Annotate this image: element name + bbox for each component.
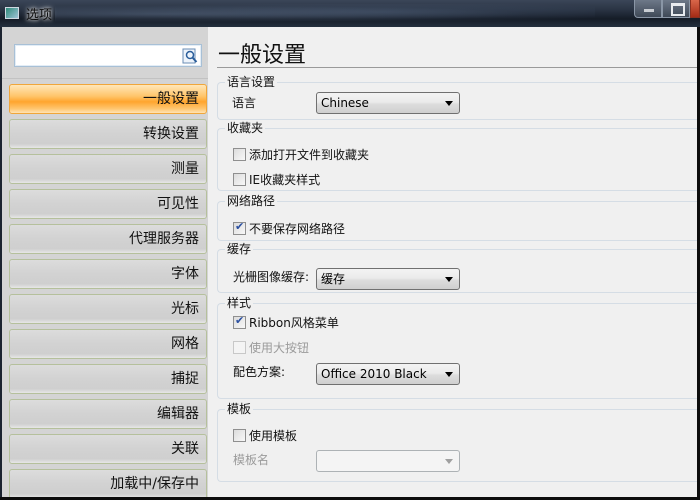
large-buttons-checkbox[interactable]: 使用大按钮 [233,339,309,356]
language-label: 语言 [232,96,257,110]
add-to-favorites-label: 添加打开文件到收藏夹 [249,148,370,162]
chevron-down-icon [445,101,453,106]
sidebar-item-visibility[interactable]: 可见性 [9,189,207,219]
window-title: 选项 [26,8,53,23]
checkbox-checked-icon [233,220,246,235]
search-input[interactable] [14,44,202,67]
minimize-button[interactable] [634,0,662,18]
ribbon-menu-checkbox[interactable]: Ribbon风格菜单 [233,314,339,331]
sidebar-item-load-save[interactable]: 加载中/保存中 [9,469,207,499]
sidebar-item-association[interactable]: 关联 [9,434,207,464]
chevron-down-icon [445,277,453,282]
checkbox-icon [233,173,246,186]
title-divider [217,67,697,68]
network-path-group-label: 网络路径 [225,194,278,208]
close-button[interactable] [690,0,700,18]
ie-favorites-style-label: IE收藏夹样式 [249,173,321,187]
template-name-select[interactable] [316,450,460,472]
add-to-favorites-checkbox[interactable]: 添加打开文件到收藏夹 [233,146,369,163]
checkbox-checked-icon [233,314,246,329]
title-bar: 选项 [0,0,700,27]
language-group-label: 语言设置 [225,75,278,89]
page-title: 一般设置 [218,43,307,68]
large-buttons-label: 使用大按钮 [249,341,310,355]
color-scheme-select-value: Office 2010 Black [321,367,427,381]
ie-favorites-style-checkbox[interactable]: IE收藏夹样式 [233,171,320,188]
chevron-down-icon [445,372,453,377]
maximize-button[interactable] [662,0,690,18]
sidebar-item-cursor[interactable]: 光标 [9,294,207,324]
sidebar-item-grid[interactable]: 网格 [9,329,207,359]
chevron-down-icon [445,459,453,464]
sidebar-item-conversion[interactable]: 转换设置 [9,119,207,149]
sidebar-item-measure[interactable]: 测量 [9,154,207,184]
color-scheme-label: 配色方案: [233,365,286,379]
language-select-value: Chinese [321,96,369,110]
template-group-label: 模板 [225,402,254,416]
favorites-group-label: 收藏夹 [225,121,266,135]
template-name-label: 模板名 [233,453,270,467]
no-save-network-path-checkbox[interactable]: 不要保存网络路径 [233,220,345,237]
checkbox-icon [233,341,246,354]
checkbox-icon [233,429,246,442]
raster-cache-label: 光栅图像缓存: [233,270,310,284]
sidebar-item-proxy[interactable]: 代理服务器 [9,224,207,254]
ribbon-menu-label: Ribbon风格菜单 [249,316,339,330]
use-template-checkbox[interactable]: 使用模板 [233,427,297,444]
color-scheme-select[interactable]: Office 2010 Black [316,363,460,385]
checkbox-icon [233,148,246,161]
title-bar-background [55,4,595,24]
no-save-network-path-label: 不要保存网络路径 [249,222,346,236]
language-select[interactable]: Chinese [316,92,460,114]
search-icon[interactable] [182,48,198,64]
raster-cache-select[interactable]: 缓存 [316,268,460,290]
sidebar-item-general[interactable]: 一般设置 [9,84,207,114]
use-template-label: 使用模板 [249,429,298,443]
sidebar-item-snap[interactable]: 捕捉 [9,364,207,394]
sidebar-divider [2,78,208,79]
sidebar: 一般设置 转换设置 测量 可见性 代理服务器 字体 光标 网格 捕捉 编辑器 关… [2,27,208,499]
raster-cache-select-value: 缓存 [321,272,346,286]
sidebar-item-editor[interactable]: 编辑器 [9,399,207,429]
cache-group-label: 缓存 [225,242,254,256]
app-icon [5,7,19,19]
style-group-label: 样式 [225,296,254,310]
sidebar-item-font[interactable]: 字体 [9,259,207,289]
